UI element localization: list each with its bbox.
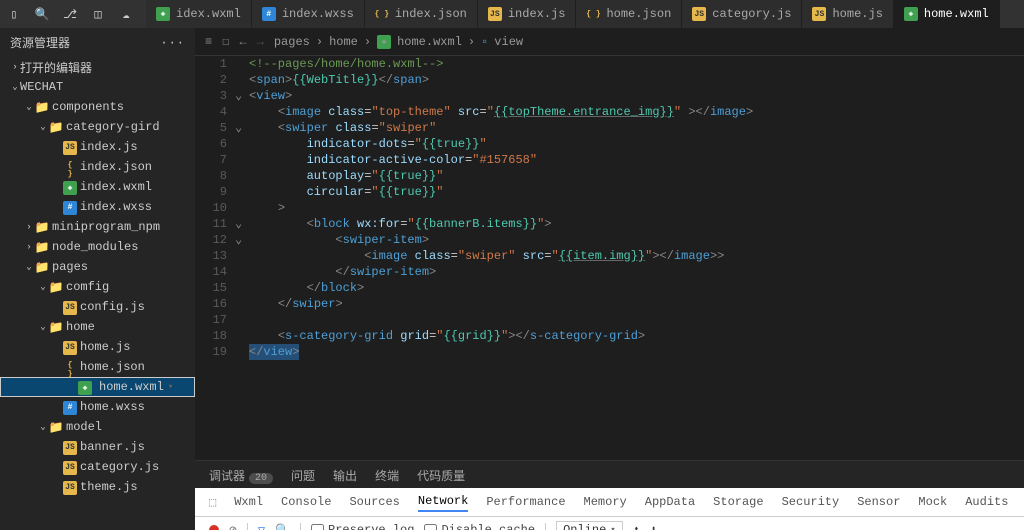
tree-item-miniprogram_npm[interactable]: ›📁miniprogram_npm	[0, 217, 195, 237]
throttle-select[interactable]: Online	[556, 521, 623, 530]
editor-tabs: ◈idex.wxml#index.wxss{ }index.jsonJSinde…	[146, 0, 1018, 28]
tab-home.json[interactable]: { }home.json	[576, 0, 682, 28]
record-icon[interactable]	[209, 525, 219, 530]
files-icon[interactable]: ▯	[6, 6, 22, 22]
panel-tab-输出[interactable]: 输出	[333, 467, 357, 488]
tab-home.wxml[interactable]: ◈home.wxml	[894, 0, 1000, 28]
panel-tab-终端[interactable]: 终端	[375, 467, 399, 488]
split-icon[interactable]: ◫	[90, 6, 106, 22]
list-icon[interactable]: ≡	[205, 35, 212, 49]
tree-item-home[interactable]: ⌄📁home	[0, 317, 195, 337]
tree-item-index.js[interactable]: JSindex.js	[0, 137, 195, 157]
code-body[interactable]: <!--pages/home/home.wxml--><span>{{WebTi…	[249, 56, 1024, 460]
branch-icon[interactable]: ⎇	[62, 6, 78, 22]
devtools-tab-Wxml[interactable]: Wxml	[234, 493, 263, 511]
forward-icon[interactable]: →	[257, 35, 264, 49]
clear-icon[interactable]: ⊘	[229, 523, 237, 530]
tree-item-banner.js[interactable]: JSbanner.js	[0, 437, 195, 457]
devtools-tab-Sensor[interactable]: Sensor	[857, 493, 900, 511]
devtools-tab-Network[interactable]: Network	[418, 492, 468, 512]
tree-item-node_modules[interactable]: ›📁node_modules	[0, 237, 195, 257]
panel-tabs: 调试器20 问题输出终端代码质量	[195, 461, 1024, 488]
tree-item-home.js[interactable]: JShome.js	[0, 337, 195, 357]
network-toolbar: ⊘ ▽ 🔍 Preserve log Disable cache Online …	[195, 517, 1024, 530]
fold-gutter[interactable]: ⌄⌄⌄⌄	[235, 56, 249, 460]
download-icon[interactable]: ⬇	[650, 523, 657, 530]
tree-item-comfig[interactable]: ⌄📁comfig	[0, 277, 195, 297]
tree-item-category-gird[interactable]: ⌄📁category-gird	[0, 117, 195, 137]
tab-index.wxss[interactable]: #index.wxss	[252, 0, 365, 28]
tree-item-pages[interactable]: ⌄📁pages	[0, 257, 195, 277]
devtools-tab-Sources[interactable]: Sources	[349, 493, 399, 511]
devtools-tab-Console[interactable]: Console	[281, 493, 331, 511]
tree-item-WECHAT[interactable]: ⌄WECHAT	[0, 77, 195, 97]
devtools-tab-Mock[interactable]: Mock	[918, 493, 947, 511]
more-icon[interactable]: ···	[160, 36, 185, 50]
search-icon[interactable]: 🔍	[34, 6, 50, 22]
tree-item-home.wxss[interactable]: #home.wxss	[0, 397, 195, 417]
tree-item-config.js[interactable]: JSconfig.js	[0, 297, 195, 317]
cloud-icon[interactable]: ☁	[118, 6, 134, 22]
back-icon[interactable]: ←	[239, 35, 246, 49]
inspect-icon[interactable]: ⬚	[209, 495, 216, 510]
tree-item-home.wxml[interactable]: ◈home.wxml	[0, 377, 195, 397]
tree-item-home.json[interactable]: { }home.json	[0, 357, 195, 377]
tab-index.js[interactable]: JSindex.js	[478, 0, 577, 28]
explorer-header: 资源管理器 ···	[0, 28, 195, 57]
upload-icon[interactable]: ⬆	[633, 523, 640, 530]
file-tree: ›打开的编辑器⌄WECHAT⌄📁components⌄📁category-gir…	[0, 57, 195, 530]
tree-item-theme.js[interactable]: JStheme.js	[0, 477, 195, 497]
editor-area: ≡ ☐ ← → pages›home›◈home.wxml›▫view 1234…	[195, 28, 1024, 530]
preserve-log-checkbox[interactable]: Preserve log	[311, 523, 414, 530]
tree-item-model[interactable]: ⌄📁model	[0, 417, 195, 437]
search-icon[interactable]: 🔍	[275, 523, 290, 530]
tab-idex.wxml[interactable]: ◈idex.wxml	[146, 0, 252, 28]
devtools: ⬚ Wxml Console Sources Network Performance Me…	[195, 488, 1024, 530]
bookmark-icon[interactable]: ☐	[222, 34, 229, 49]
sidebar: 资源管理器 ··· ›打开的编辑器⌄WECHAT⌄📁components⌄📁ca…	[0, 28, 195, 530]
tab-index.json[interactable]: { }index.json	[365, 0, 478, 28]
disable-cache-checkbox[interactable]: Disable cache	[424, 523, 535, 530]
devtools-tab-Memory[interactable]: Memory	[584, 493, 627, 511]
bottom-panel: 调试器20 问题输出终端代码质量 ⬚ Wxml Console Sources Netw…	[195, 460, 1024, 530]
panel-tab-代码质量[interactable]: 代码质量	[417, 467, 465, 488]
devtools-tab-Audits[interactable]: Audits	[965, 493, 1008, 511]
devtools-tabs: ⬚ Wxml Console Sources Network Performance Me…	[195, 488, 1024, 517]
tree-item-index.json[interactable]: { }index.json	[0, 157, 195, 177]
tree-item-components[interactable]: ⌄📁components	[0, 97, 195, 117]
tree-item-index.wxml[interactable]: ◈index.wxml	[0, 177, 195, 197]
editor-toolbar: ≡ ☐ ← → pages›home›◈home.wxml›▫view	[195, 28, 1024, 56]
devtools-tab-Performance[interactable]: Performance	[486, 493, 565, 511]
panel-tab-问题[interactable]: 问题	[291, 467, 315, 488]
tree-item-打开的编辑器[interactable]: ›打开的编辑器	[0, 57, 195, 77]
filter-icon[interactable]: ▽	[258, 523, 265, 530]
breadcrumb[interactable]: pages›home›◈home.wxml›▫view	[274, 35, 523, 49]
titlebar: ▯ 🔍 ⎇ ◫ ☁ ◈idex.wxml#index.wxss{ }index.…	[0, 0, 1024, 28]
line-gutter: 12345678910111213141516171819	[195, 56, 235, 460]
devtools-tab-AppData[interactable]: AppData	[645, 493, 695, 511]
code-editor[interactable]: 12345678910111213141516171819 ⌄⌄⌄⌄ <!--p…	[195, 56, 1024, 460]
tab-home.js[interactable]: JShome.js	[802, 0, 893, 28]
devtools-tab-Security[interactable]: Security	[782, 493, 840, 511]
tab-category.js[interactable]: JScategory.js	[682, 0, 802, 28]
devtools-tab-Storage[interactable]: Storage	[713, 493, 763, 511]
tree-item-index.wxss[interactable]: #index.wxss	[0, 197, 195, 217]
tree-item-category.js[interactable]: JScategory.js	[0, 457, 195, 477]
panel-tab-调试器[interactable]: 调试器20	[209, 467, 273, 488]
explorer-title: 资源管理器	[10, 34, 70, 51]
